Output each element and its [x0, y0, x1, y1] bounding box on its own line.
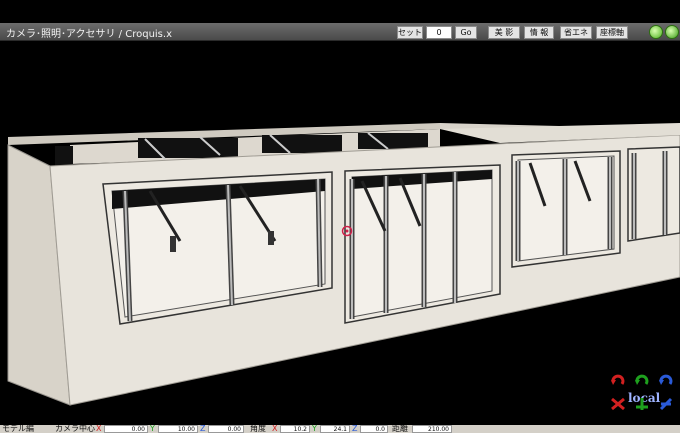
- center-y-input[interactable]: 10.00: [158, 425, 198, 433]
- info-button[interactable]: 情 報: [524, 26, 554, 39]
- rotate-x-icon[interactable]: [610, 374, 626, 388]
- zoom-icon[interactable]: [649, 25, 663, 39]
- window-title: カメラ･照明･アクセサリ / Croquis.x: [6, 29, 172, 40]
- go-button[interactable]: Go: [455, 26, 477, 39]
- camera-center-label: カメラ中心: [55, 425, 95, 433]
- title-bar: カメラ･照明･アクセサリ / Croquis.x セット 0 Go 美 影 情 …: [0, 23, 680, 41]
- 3d-viewport[interactable]: local: [0, 41, 680, 425]
- model-tab[interactable]: モデル編: [2, 425, 34, 433]
- center-x-input[interactable]: 0.00: [104, 425, 148, 433]
- energy-save-button[interactable]: 省エネ: [560, 26, 592, 39]
- angle-x-input[interactable]: 10.2: [280, 425, 310, 433]
- status-bar: モデル編 カメラ中心 X 0.00 Y 10.00 Z 0.00 角度 X 10…: [0, 425, 680, 433]
- beauty-shadow-button[interactable]: 美 影: [488, 26, 520, 39]
- rotate-y-icon[interactable]: [634, 374, 650, 388]
- angle-y-input[interactable]: 24.1: [320, 425, 350, 433]
- move-view-icon[interactable]: [665, 25, 679, 39]
- coordinate-axis-button[interactable]: 座標軸: [596, 26, 628, 39]
- room-model: [7, 123, 680, 406]
- angle-z-input[interactable]: 0.0: [360, 425, 388, 433]
- frame-input[interactable]: 0: [426, 26, 452, 39]
- angle-label: 角度: [250, 425, 266, 433]
- center-x-label: X: [96, 425, 102, 433]
- angle-x-label: X: [272, 425, 278, 433]
- angle-z-label: Z: [352, 425, 358, 433]
- distance-label: 距離: [392, 425, 408, 433]
- move-x-icon[interactable]: [610, 397, 626, 411]
- rotate-z-icon[interactable]: [658, 374, 674, 388]
- move-y-icon[interactable]: [634, 397, 650, 411]
- angle-y-label: Y: [312, 425, 317, 433]
- distance-input[interactable]: 210.00: [412, 425, 452, 433]
- center-z-input[interactable]: 0.00: [208, 425, 244, 433]
- move-z-icon[interactable]: [658, 397, 674, 411]
- center-y-label: Y: [150, 425, 155, 433]
- set-button[interactable]: セット: [397, 26, 423, 39]
- center-z-label: Z: [200, 425, 206, 433]
